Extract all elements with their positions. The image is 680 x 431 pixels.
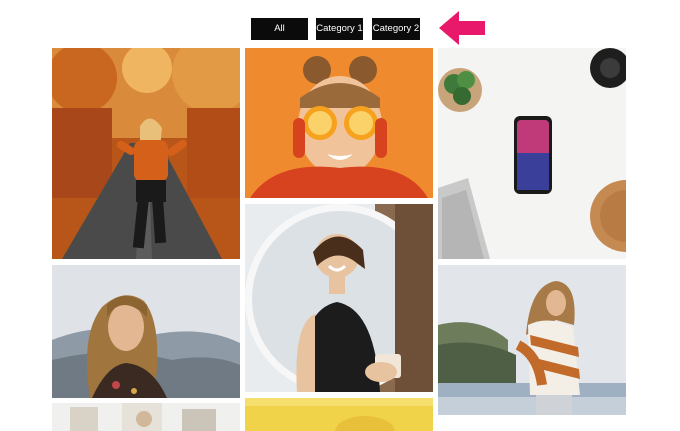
gallery-image-orange-eyes[interactable] [245,48,433,198]
gallery-image-bright-interior[interactable] [52,403,240,431]
pointer-arrow-icon [439,11,485,45]
filter-all-categories-button[interactable]: All categories [251,18,308,56]
gallery-image-striped-sweater[interactable] [438,265,626,415]
gallery-image-woman-long-hair[interactable] [52,265,240,398]
filter-category-1-button[interactable]: Category 1 [316,18,363,40]
category-filter-bar: All categories Category 1 Category 2 [0,18,680,56]
filter-category-2-button[interactable]: Category 2 [372,18,420,40]
gallery-image-autumn-road[interactable] [52,48,240,259]
gallery-image-phone-desk[interactable] [438,48,626,259]
gallery-image-woman-coffee-mug[interactable] [245,204,433,392]
gallery-image-yellow-background[interactable] [245,398,433,431]
